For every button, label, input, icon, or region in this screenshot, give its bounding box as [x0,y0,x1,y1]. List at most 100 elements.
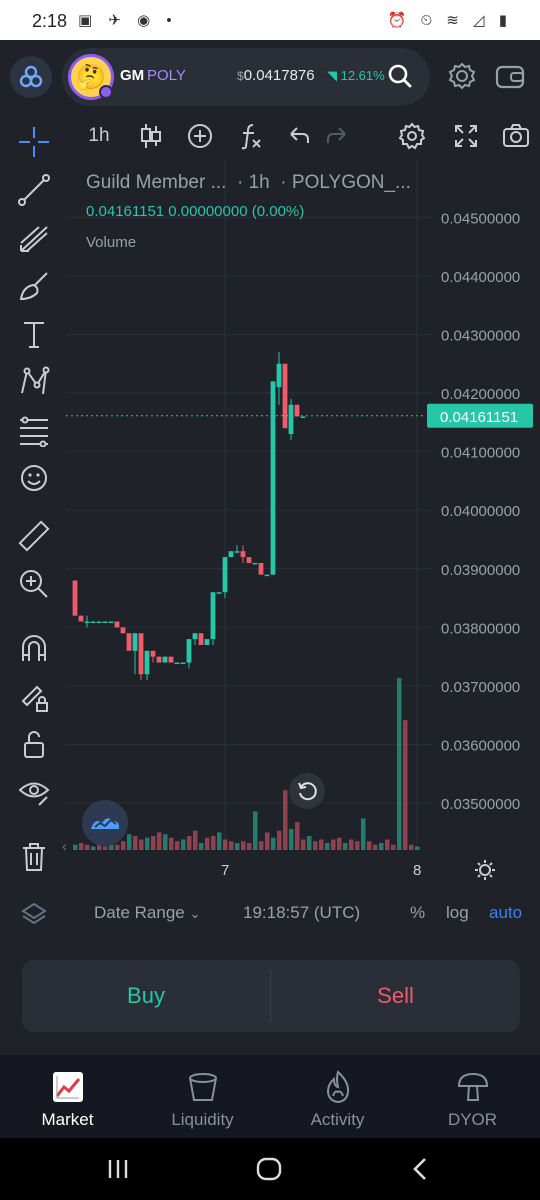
crosshair-icon[interactable] [14,122,54,162]
volume-bar [355,841,360,850]
token-pill[interactable]: 🤔 GM POLY $0.0417876 ◥ 12.61% [62,48,430,106]
x-tick-label: 7 [221,862,230,879]
date-range-button[interactable]: Date Range ⌄ [94,903,200,923]
chart-theme-sun-icon[interactable] [474,859,496,886]
volume-bar [253,811,258,850]
add-indicator-icon[interactable] [184,120,216,152]
buy-button[interactable]: Buy [22,960,270,1032]
volume-bar [307,835,312,850]
function-icon[interactable] [234,120,266,152]
auto-scale-toggle[interactable]: auto [489,903,522,923]
pattern-tool-icon[interactable] [14,362,54,402]
app-header: 🤔 GM POLY $0.0417876 ◥ 12.61% [0,40,540,110]
volume-bar [271,837,276,850]
y-tick-label: 0.03600000 [441,738,520,755]
legend-interval: 1h [248,172,270,193]
y-tick-label: 0.04500000 [441,210,520,227]
y-tick-label: 0.03500000 [441,796,520,813]
candle-body [252,562,258,565]
candle-body [138,633,144,675]
trash-icon[interactable] [14,836,54,876]
ruler-icon[interactable] [14,516,54,556]
candle-body [168,656,174,663]
nav-item-liquidity[interactable]: Liquidity [135,1055,270,1138]
bottom-nav: Market Liquidity Activity DYOR [0,1055,540,1138]
volume-bar [331,839,336,850]
y-tick-label: 0.04200000 [441,386,520,403]
volume-bar [367,841,372,850]
back-icon[interactable] [410,1156,430,1187]
volume-bar [343,842,348,850]
volume-bar [145,837,150,850]
chart-bottom-bar: Date Range ⌄ 19:18:57 (UTC) % log auto [0,895,540,935]
candle-body [258,562,264,575]
legend-volume: Volume [86,234,137,251]
settings-gear-icon[interactable] [446,60,478,97]
candle-body [222,557,228,593]
reset-chart-icon[interactable] [289,773,325,809]
undo-icon[interactable] [284,120,314,152]
volume-bar [169,837,174,850]
wallet-icon[interactable] [494,60,526,97]
candle-body [126,633,132,651]
chart-settings-icon[interactable] [396,120,428,152]
candle-body [156,656,162,663]
bucket-icon [185,1069,221,1105]
volume-bar [157,832,162,850]
volume-bar [283,790,288,850]
nav-label-activity: Activity [310,1110,365,1129]
search-icon[interactable] [386,62,414,95]
network-badge-icon [99,85,113,99]
volume-bar [133,835,138,850]
tradingview-logo-icon[interactable] [82,800,128,846]
volume-bar [391,844,396,850]
log-scale-toggle[interactable]: log [446,903,469,923]
brush-icon[interactable] [14,266,54,306]
nav-label-market: Market [41,1110,94,1129]
percent-scale-toggle[interactable]: % [410,903,425,923]
pitchfork-icon[interactable] [14,218,54,258]
camera-icon[interactable] [500,120,532,152]
text-tool-icon[interactable] [14,314,54,354]
legend-ohlc: 0.04161151 0.00000000 (0.00%) [86,203,305,220]
volume-bar [295,821,300,850]
candle-type-icon[interactable] [136,120,166,152]
recent-apps-icon[interactable] [106,1158,130,1185]
price-chart[interactable]: 0.04500000 0.04400000 0.04300000 0.04200000… [66,160,540,850]
redo-icon[interactable] [322,120,352,152]
candle-body [294,404,300,417]
nav-item-market[interactable]: Market [0,1055,135,1138]
legend-pair: Guild Member ... [86,172,227,193]
emoji-icon[interactable] [14,458,54,498]
app-logo-icon[interactable] [10,56,52,98]
candle-body [120,627,126,634]
zoom-in-icon[interactable] [14,564,54,604]
magnet-icon[interactable] [14,628,54,668]
trend-line-icon[interactable] [14,170,54,210]
candle-body [210,592,216,640]
candle-body [264,574,270,577]
mushroom-icon [455,1069,491,1105]
volume-bar [319,839,324,850]
lock-drawing-icon[interactable] [14,676,54,716]
candle-body [300,416,306,418]
unlock-icon[interactable] [14,724,54,764]
interval-selector[interactable]: 1h [84,120,114,152]
visibility-eye-icon[interactable] [14,772,54,812]
volume-bar [373,844,378,850]
nav-item-dyor[interactable]: DYOR [405,1055,540,1138]
candle-body [288,404,294,435]
home-icon[interactable] [256,1157,282,1186]
volume-bar [379,842,384,850]
candle-body [216,592,222,594]
status-bar: 2:18 ▣ ✈ ◉ • ⏰ ⏲ ≋ ◿ ▮ [0,0,540,40]
sell-button[interactable]: Sell [271,960,520,1032]
fib-retracement-icon[interactable] [14,410,54,450]
fullscreen-icon[interactable] [450,120,482,152]
candle-body [144,650,150,675]
scroll-left-chevron-icon[interactable]: ‹ [62,838,67,854]
volume-bar [139,839,144,850]
candle-body [162,656,168,663]
layers-icon[interactable] [20,901,48,934]
nav-item-activity[interactable]: Activity [270,1055,405,1138]
